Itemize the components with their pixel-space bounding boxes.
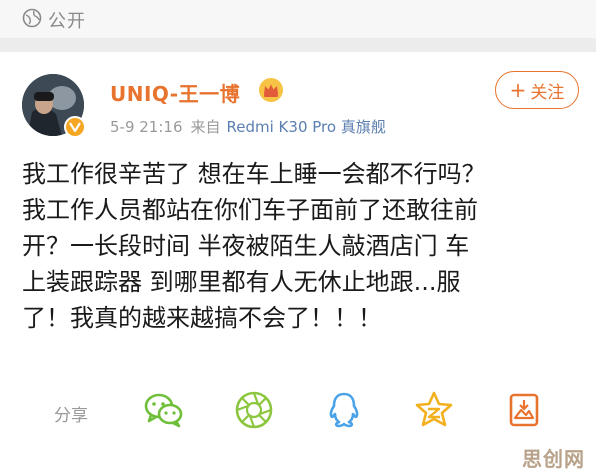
follow-button[interactable]: + 关注	[495, 71, 579, 109]
post-line: 开？一长段时间 半夜被陌生人敲酒店门 车	[22, 232, 470, 260]
source-prefix: 来自	[190, 118, 221, 136]
post-line: 我工作人员都站在你们车子面前了还敢往前	[22, 196, 478, 224]
wechat-icon[interactable]	[142, 388, 186, 432]
post-line: 了！我真的越来越搞不会了！！！	[22, 304, 382, 332]
post-meta: 5-9 21:16 来自 Redmi K30 Pro 真旗舰	[110, 116, 386, 137]
crown-icon	[259, 78, 283, 102]
privacy-label: 公开	[48, 11, 86, 32]
post-time: 5-9 21:16	[110, 118, 183, 136]
moments-icon[interactable]	[232, 388, 276, 432]
plus-icon: +	[509, 78, 527, 102]
section-divider	[0, 38, 596, 52]
share-label: 分享	[54, 406, 88, 426]
privacy-bar: 公开	[0, 0, 596, 38]
qq-icon[interactable]	[322, 388, 366, 432]
author-name[interactable]: UNIQ-王一博	[110, 78, 240, 107]
verified-icon	[64, 116, 86, 138]
follow-label: 关注	[530, 82, 565, 103]
qzone-icon[interactable]	[412, 388, 456, 432]
post-line: 我工作很辛苦了 想在车上睡一会都不行吗？	[22, 160, 486, 188]
save-image-icon[interactable]	[502, 388, 546, 432]
post-text: 我工作很辛苦了 想在车上睡一会都不行吗？ 我工作人员都站在你们车子面前了还敢往前…	[22, 156, 582, 336]
watermark: 思创网	[522, 447, 585, 471]
device-link[interactable]: Redmi K30 Pro 真旗舰	[227, 118, 386, 136]
globe-icon	[22, 8, 42, 28]
post-line: 上装跟踪器 到哪里都有人无休止地跟...服	[22, 268, 461, 296]
